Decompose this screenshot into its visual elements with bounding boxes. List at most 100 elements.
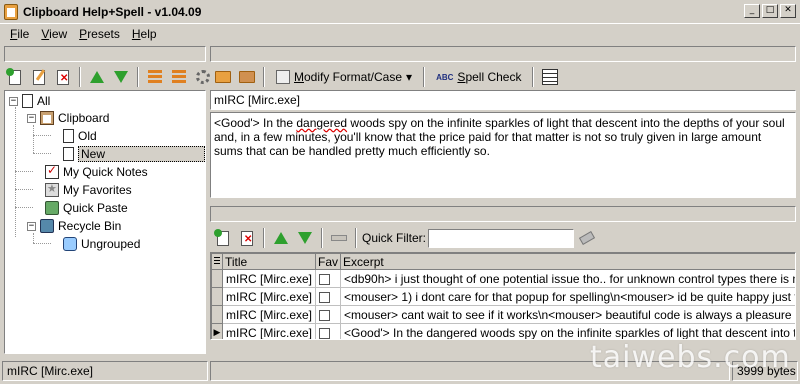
tree-item-new[interactable]: New — [63, 145, 205, 163]
menu-presets[interactable]: Presets — [73, 27, 126, 41]
delete-group-button[interactable] — [52, 66, 74, 88]
table-row-current[interactable]: ▶ mIRC [Mirc.exe] <Good'> In the dangere… — [211, 323, 795, 339]
move-up-button[interactable] — [86, 66, 108, 88]
options-button[interactable] — [192, 66, 214, 88]
clip-name-field[interactable]: mIRC [Mirc.exe] — [210, 90, 796, 110]
row-fav — [315, 323, 342, 339]
fav-checkbox[interactable] — [319, 273, 331, 285]
grid-header-row: Title Fav Excerpt — [211, 253, 795, 270]
tree-line — [15, 171, 33, 172]
toolbar-separator — [137, 67, 139, 87]
menu-file[interactable]: File — [4, 27, 35, 41]
tree-item-old[interactable]: Old — [63, 127, 97, 145]
table-row[interactable]: mIRC [Mirc.exe] <db90h> i just thought o… — [211, 269, 795, 288]
collapse-list-icon — [172, 70, 186, 84]
expand-all-button[interactable] — [144, 66, 166, 88]
tree-line — [33, 125, 34, 153]
tree-line — [15, 107, 16, 237]
bar-icon — [331, 235, 347, 241]
column-chooser[interactable] — [211, 253, 223, 270]
modify-format-button[interactable]: Modify Format/Case ▾ — [270, 66, 418, 88]
tree-item-ungrouped[interactable]: Ungrouped — [63, 235, 140, 253]
clip-text-editor[interactable]: <Good'> In the dangered woods spy on the… — [210, 112, 796, 198]
move-down-button[interactable] — [110, 66, 132, 88]
arrow-up-icon — [90, 71, 104, 83]
delete-icon — [57, 69, 69, 85]
table-row[interactable]: mIRC [Mirc.exe] <mouser> cant wait to se… — [211, 305, 795, 324]
collapse-icon[interactable]: − — [9, 96, 18, 106]
close-button[interactable]: ✕ — [780, 4, 796, 18]
clip-toolbar: Modify Format/Case ▾ ABC Spell Check — [212, 64, 561, 90]
tree-line — [33, 243, 51, 244]
edit-icon — [33, 69, 45, 85]
right-header-strip — [210, 46, 796, 62]
row-excerpt: <db90h> i just thought of one potential … — [340, 269, 795, 288]
spell-check-label: pell Check — [465, 70, 522, 84]
open-button[interactable] — [212, 66, 234, 88]
toolbar-separator — [79, 67, 81, 87]
menu-view[interactable]: View — [35, 27, 73, 41]
table-row[interactable]: mIRC [Mirc.exe] <mouser> 1) i dont care … — [211, 287, 795, 306]
row-title: mIRC [Mirc.exe] — [221, 305, 317, 324]
tree-toolbar — [4, 64, 214, 90]
row-indicator — [211, 269, 223, 288]
row-title: mIRC [Mirc.exe] — [221, 287, 317, 306]
add-group-button[interactable] — [4, 66, 26, 88]
quick-filter-label: Quick Filter: — [362, 231, 427, 245]
document-icon — [63, 129, 74, 143]
clip-up-button[interactable] — [270, 227, 292, 249]
column-title[interactable]: Title — [221, 253, 317, 270]
left-header-strip — [4, 46, 206, 62]
expand-list-icon — [148, 70, 162, 84]
paste-icon — [45, 201, 59, 215]
window-controls: _ □ ✕ — [744, 4, 796, 18]
chevron-down-icon: ▾ — [406, 70, 413, 84]
toolbar-separator — [423, 67, 426, 87]
toolbar-separator — [263, 228, 265, 248]
column-excerpt[interactable]: Excerpt — [340, 253, 795, 270]
row-title: mIRC [Mirc.exe] — [221, 269, 317, 288]
fav-checkbox[interactable] — [319, 309, 331, 321]
eraser-icon — [578, 231, 596, 245]
clipboard-app-icon — [4, 3, 18, 20]
row-excerpt: <mouser> 1) i dont care for that popup f… — [340, 287, 795, 306]
clip-down-button[interactable] — [294, 227, 316, 249]
tree-item-recycle-bin[interactable]: − Recycle Bin — [27, 217, 121, 235]
minimize-button[interactable]: _ — [744, 4, 760, 18]
fav-checkbox[interactable] — [319, 327, 331, 339]
minimize-list-button[interactable] — [328, 227, 350, 249]
paste-button[interactable] — [236, 66, 258, 88]
spell-check-button[interactable]: ABC Spell Check — [430, 66, 527, 88]
collapse-icon[interactable]: − — [27, 221, 36, 231]
edit-group-button[interactable] — [28, 66, 50, 88]
add-clip-button[interactable] — [212, 227, 234, 249]
favorites-icon — [45, 182, 59, 197]
tree-line — [33, 135, 51, 136]
arrow-down-icon — [298, 232, 312, 244]
fav-checkbox[interactable] — [319, 291, 331, 303]
maximize-button[interactable]: □ — [762, 4, 778, 18]
list-toolbar: Quick Filter: — [212, 225, 598, 251]
tree-line — [15, 207, 33, 208]
clear-filter-button[interactable] — [576, 227, 598, 249]
row-indicator — [211, 287, 223, 306]
ungrouped-icon — [63, 237, 77, 251]
tree-item-clipboard[interactable]: − Clipboard — [27, 109, 109, 127]
view-toggle-button[interactable] — [539, 66, 561, 88]
tree-item-quick-paste[interactable]: Quick Paste — [45, 199, 128, 217]
column-list-icon — [214, 256, 220, 266]
collapse-icon[interactable]: − — [27, 113, 36, 123]
delete-clip-button[interactable] — [236, 227, 258, 249]
arrow-down-icon — [114, 71, 128, 83]
column-fav[interactable]: Fav — [315, 253, 342, 270]
spell-check-icon: ABC — [436, 72, 454, 82]
group-tree: − All − Clipboard Old New My Quick Notes… — [4, 90, 206, 354]
tree-item-favorites[interactable]: My Favorites — [45, 181, 132, 199]
window-title: Clipboard Help+Spell - v1.04.09 — [23, 4, 202, 19]
collapse-all-button[interactable] — [168, 66, 190, 88]
quick-filter-input[interactable] — [428, 228, 575, 248]
current-row-marker-icon: ▶ — [211, 323, 223, 339]
menu-help[interactable]: Help — [126, 27, 163, 41]
tree-item-quick-notes[interactable]: My Quick Notes — [45, 163, 148, 181]
tree-item-all[interactable]: − All — [9, 92, 50, 110]
